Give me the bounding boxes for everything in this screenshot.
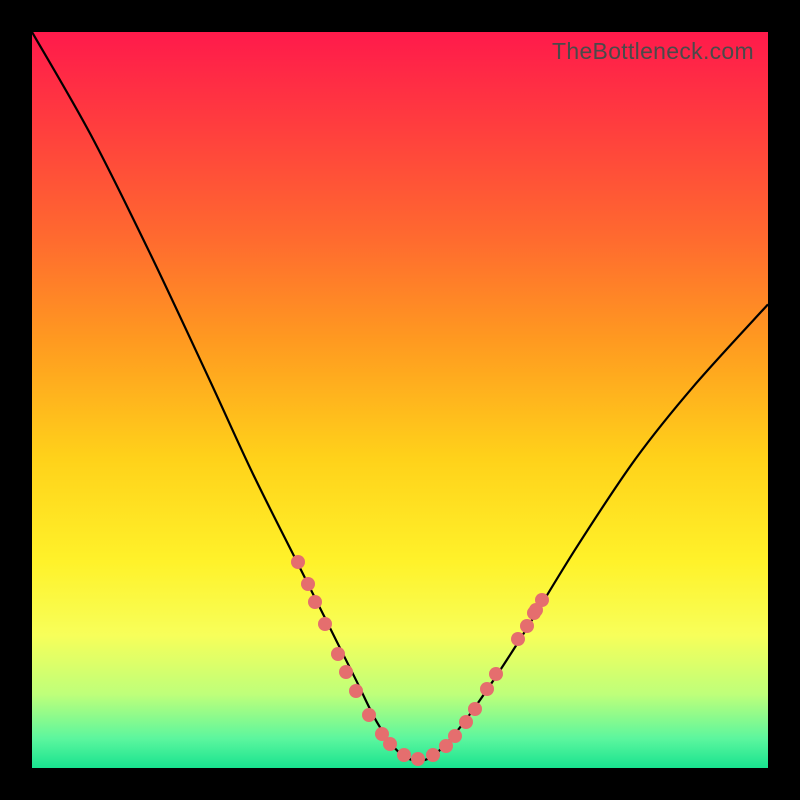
- plot-area: TheBottleneck.com: [32, 32, 768, 768]
- scatter-dot: [339, 665, 353, 679]
- scatter-dot: [489, 667, 503, 681]
- scatter-dot: [397, 748, 411, 762]
- scatter-dot: [480, 682, 494, 696]
- scatter-dot: [349, 684, 363, 698]
- scatter-dot: [331, 647, 345, 661]
- scatter-dot: [459, 715, 473, 729]
- bottleneck-curve: [32, 32, 768, 768]
- scatter-dot: [511, 632, 525, 646]
- scatter-dot: [383, 737, 397, 751]
- scatter-dot: [362, 708, 376, 722]
- scatter-dot: [301, 577, 315, 591]
- chart-frame: TheBottleneck.com: [0, 0, 800, 800]
- scatter-dot: [426, 748, 440, 762]
- scatter-dot: [520, 619, 534, 633]
